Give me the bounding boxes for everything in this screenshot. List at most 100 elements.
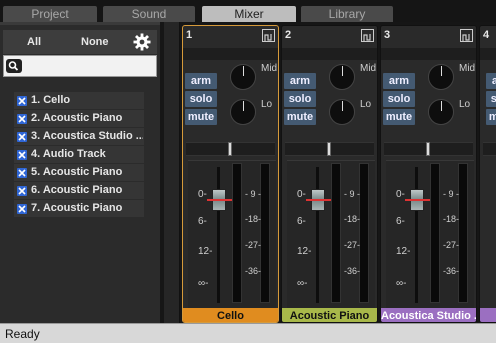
channel-number: 2 (285, 29, 292, 41)
pan-handle[interactable] (228, 142, 232, 156)
level-meter (430, 163, 440, 303)
list-item[interactable]: 2. Acoustic Piano (14, 110, 144, 127)
meter-scale-label: -18- (344, 214, 361, 224)
solo-button[interactable]: solo (185, 91, 217, 107)
checkbox[interactable] (17, 114, 27, 124)
channel-name[interactable]: Cello (183, 308, 278, 322)
channel-strip[interactable]: 1 arm solo mute Mid Lo 0- 6- 12- ∞- - 9 … (182, 25, 279, 323)
solo-button[interactable]: solo (284, 91, 316, 107)
mixer-divider[interactable] (164, 22, 180, 323)
pan-slider[interactable] (483, 142, 496, 156)
eq-lo-knob[interactable] (230, 99, 256, 125)
eq-mid-knob[interactable] (230, 64, 256, 90)
channel-name[interactable]: Acoustica Studio ... (381, 308, 476, 322)
meter-scale-label: -36- (344, 266, 361, 276)
meter-scale-label: -18- (443, 214, 460, 224)
arm-button[interactable]: arm (284, 73, 316, 89)
channel-strip[interactable]: 3 arm solo mute Mid Lo 0- 6- 12- ∞- - 9 … (380, 25, 477, 323)
fader-scale-label: 6- (396, 216, 405, 227)
meter-scale-label: - 9 - (245, 189, 262, 199)
pan-slider[interactable] (285, 142, 374, 156)
mute-button[interactable]: mute (383, 109, 415, 125)
checkbox[interactable] (17, 186, 27, 196)
eq-lo-knob[interactable] (428, 99, 454, 125)
meter-scale-label: -36- (245, 266, 262, 276)
solo-button[interactable]: solo (383, 91, 415, 107)
list-item[interactable]: 6. Acoustic Piano (14, 182, 144, 199)
fader-scale-label: 12- (396, 246, 411, 257)
eq-high-row (381, 48, 476, 60)
pan-slider[interactable] (384, 142, 473, 156)
list-item[interactable]: 4. Audio Track (14, 146, 144, 163)
eq-high-row (480, 48, 496, 60)
routing-icon[interactable] (262, 29, 275, 42)
fader-track (415, 167, 418, 303)
tab-mixer[interactable]: Mixer (202, 6, 296, 22)
fader-scale-label: 0- (297, 189, 306, 200)
eq-lo-label: Lo (261, 99, 273, 110)
meter-scale-label: -36- (443, 266, 460, 276)
mute-button[interactable]: mute (486, 109, 496, 125)
checkbox[interactable] (17, 96, 27, 106)
volume-fader[interactable] (306, 189, 331, 211)
channel-strip[interactable]: 4 arm solo mute (479, 25, 496, 323)
eq-lo-knob[interactable] (329, 99, 355, 125)
pan-slider[interactable] (186, 142, 275, 156)
tab-sound[interactable]: Sound (103, 6, 195, 22)
fader-area: 0- 6- 12- ∞- - 9 - -18- -27- -36- (287, 160, 375, 310)
fader-scale-label: 0- (396, 189, 405, 200)
tab-project[interactable]: Project (3, 6, 97, 22)
select-none-button[interactable]: None (81, 30, 109, 54)
track-list: 1. Cello 2. Acoustic Piano 3. Acoustica … (14, 92, 144, 218)
mute-button[interactable]: mute (284, 109, 316, 125)
track-label: 7. Acoustic Piano (31, 202, 123, 214)
volume-fader[interactable] (207, 189, 232, 211)
meter-scale-label: - 9 - (443, 189, 460, 199)
channel-number: 1 (186, 29, 193, 41)
fader-track (316, 167, 319, 303)
eq-high-row (183, 48, 278, 60)
eq-high-row (282, 48, 377, 60)
mute-button[interactable]: mute (185, 109, 217, 125)
pan-handle[interactable] (327, 142, 331, 156)
routing-icon[interactable] (460, 29, 473, 42)
eq-mid-label: Mid (360, 63, 377, 74)
eq-mid-knob[interactable] (329, 64, 355, 90)
checkbox[interactable] (17, 132, 27, 142)
gear-icon[interactable] (133, 33, 151, 51)
channel-number: 3 (384, 29, 391, 41)
routing-icon[interactable] (361, 29, 374, 42)
eq-lo-label: Lo (360, 99, 372, 110)
search-input[interactable] (24, 58, 154, 74)
list-item[interactable]: 7. Acoustic Piano (14, 200, 144, 217)
pan-handle[interactable] (426, 142, 430, 156)
list-item[interactable]: 1. Cello (14, 92, 144, 109)
arm-button[interactable]: arm (383, 73, 415, 89)
track-label: 5. Acoustic Piano (31, 166, 123, 178)
volume-fader[interactable] (405, 189, 430, 211)
meter-scale-label: -18- (245, 214, 262, 224)
checkbox[interactable] (17, 204, 27, 214)
selection-bar: All None (3, 30, 157, 54)
status-bar: Ready (0, 323, 496, 343)
checkbox[interactable] (17, 150, 27, 160)
channel-strip[interactable]: 2 arm solo mute Mid Lo 0- 6- 12- ∞- - 9 … (281, 25, 378, 323)
arm-button[interactable]: arm (185, 73, 217, 89)
fader-scale-label: 6- (297, 216, 306, 227)
track-panel: All None 1. Cello 2. Acoustic Piano 3. A… (0, 22, 160, 323)
select-all-button[interactable]: All (27, 30, 41, 54)
fader-scale-label: 0- (198, 189, 207, 200)
solo-button[interactable]: solo (486, 91, 496, 107)
meter-scale-label: -27- (443, 240, 460, 250)
eq-mid-knob[interactable] (428, 64, 454, 90)
channel-name[interactable] (480, 308, 496, 322)
search-box[interactable] (3, 55, 157, 77)
channel-name[interactable]: Acoustic Piano (282, 308, 377, 322)
fader-scale-label: ∞- (396, 278, 407, 289)
tab-library[interactable]: Library (301, 6, 393, 22)
arm-button[interactable]: arm (486, 73, 496, 89)
meter-scale-label: -27- (344, 240, 361, 250)
list-item[interactable]: 3. Acoustica Studio ... (14, 128, 144, 145)
checkbox[interactable] (17, 168, 27, 178)
list-item[interactable]: 5. Acoustic Piano (14, 164, 144, 181)
